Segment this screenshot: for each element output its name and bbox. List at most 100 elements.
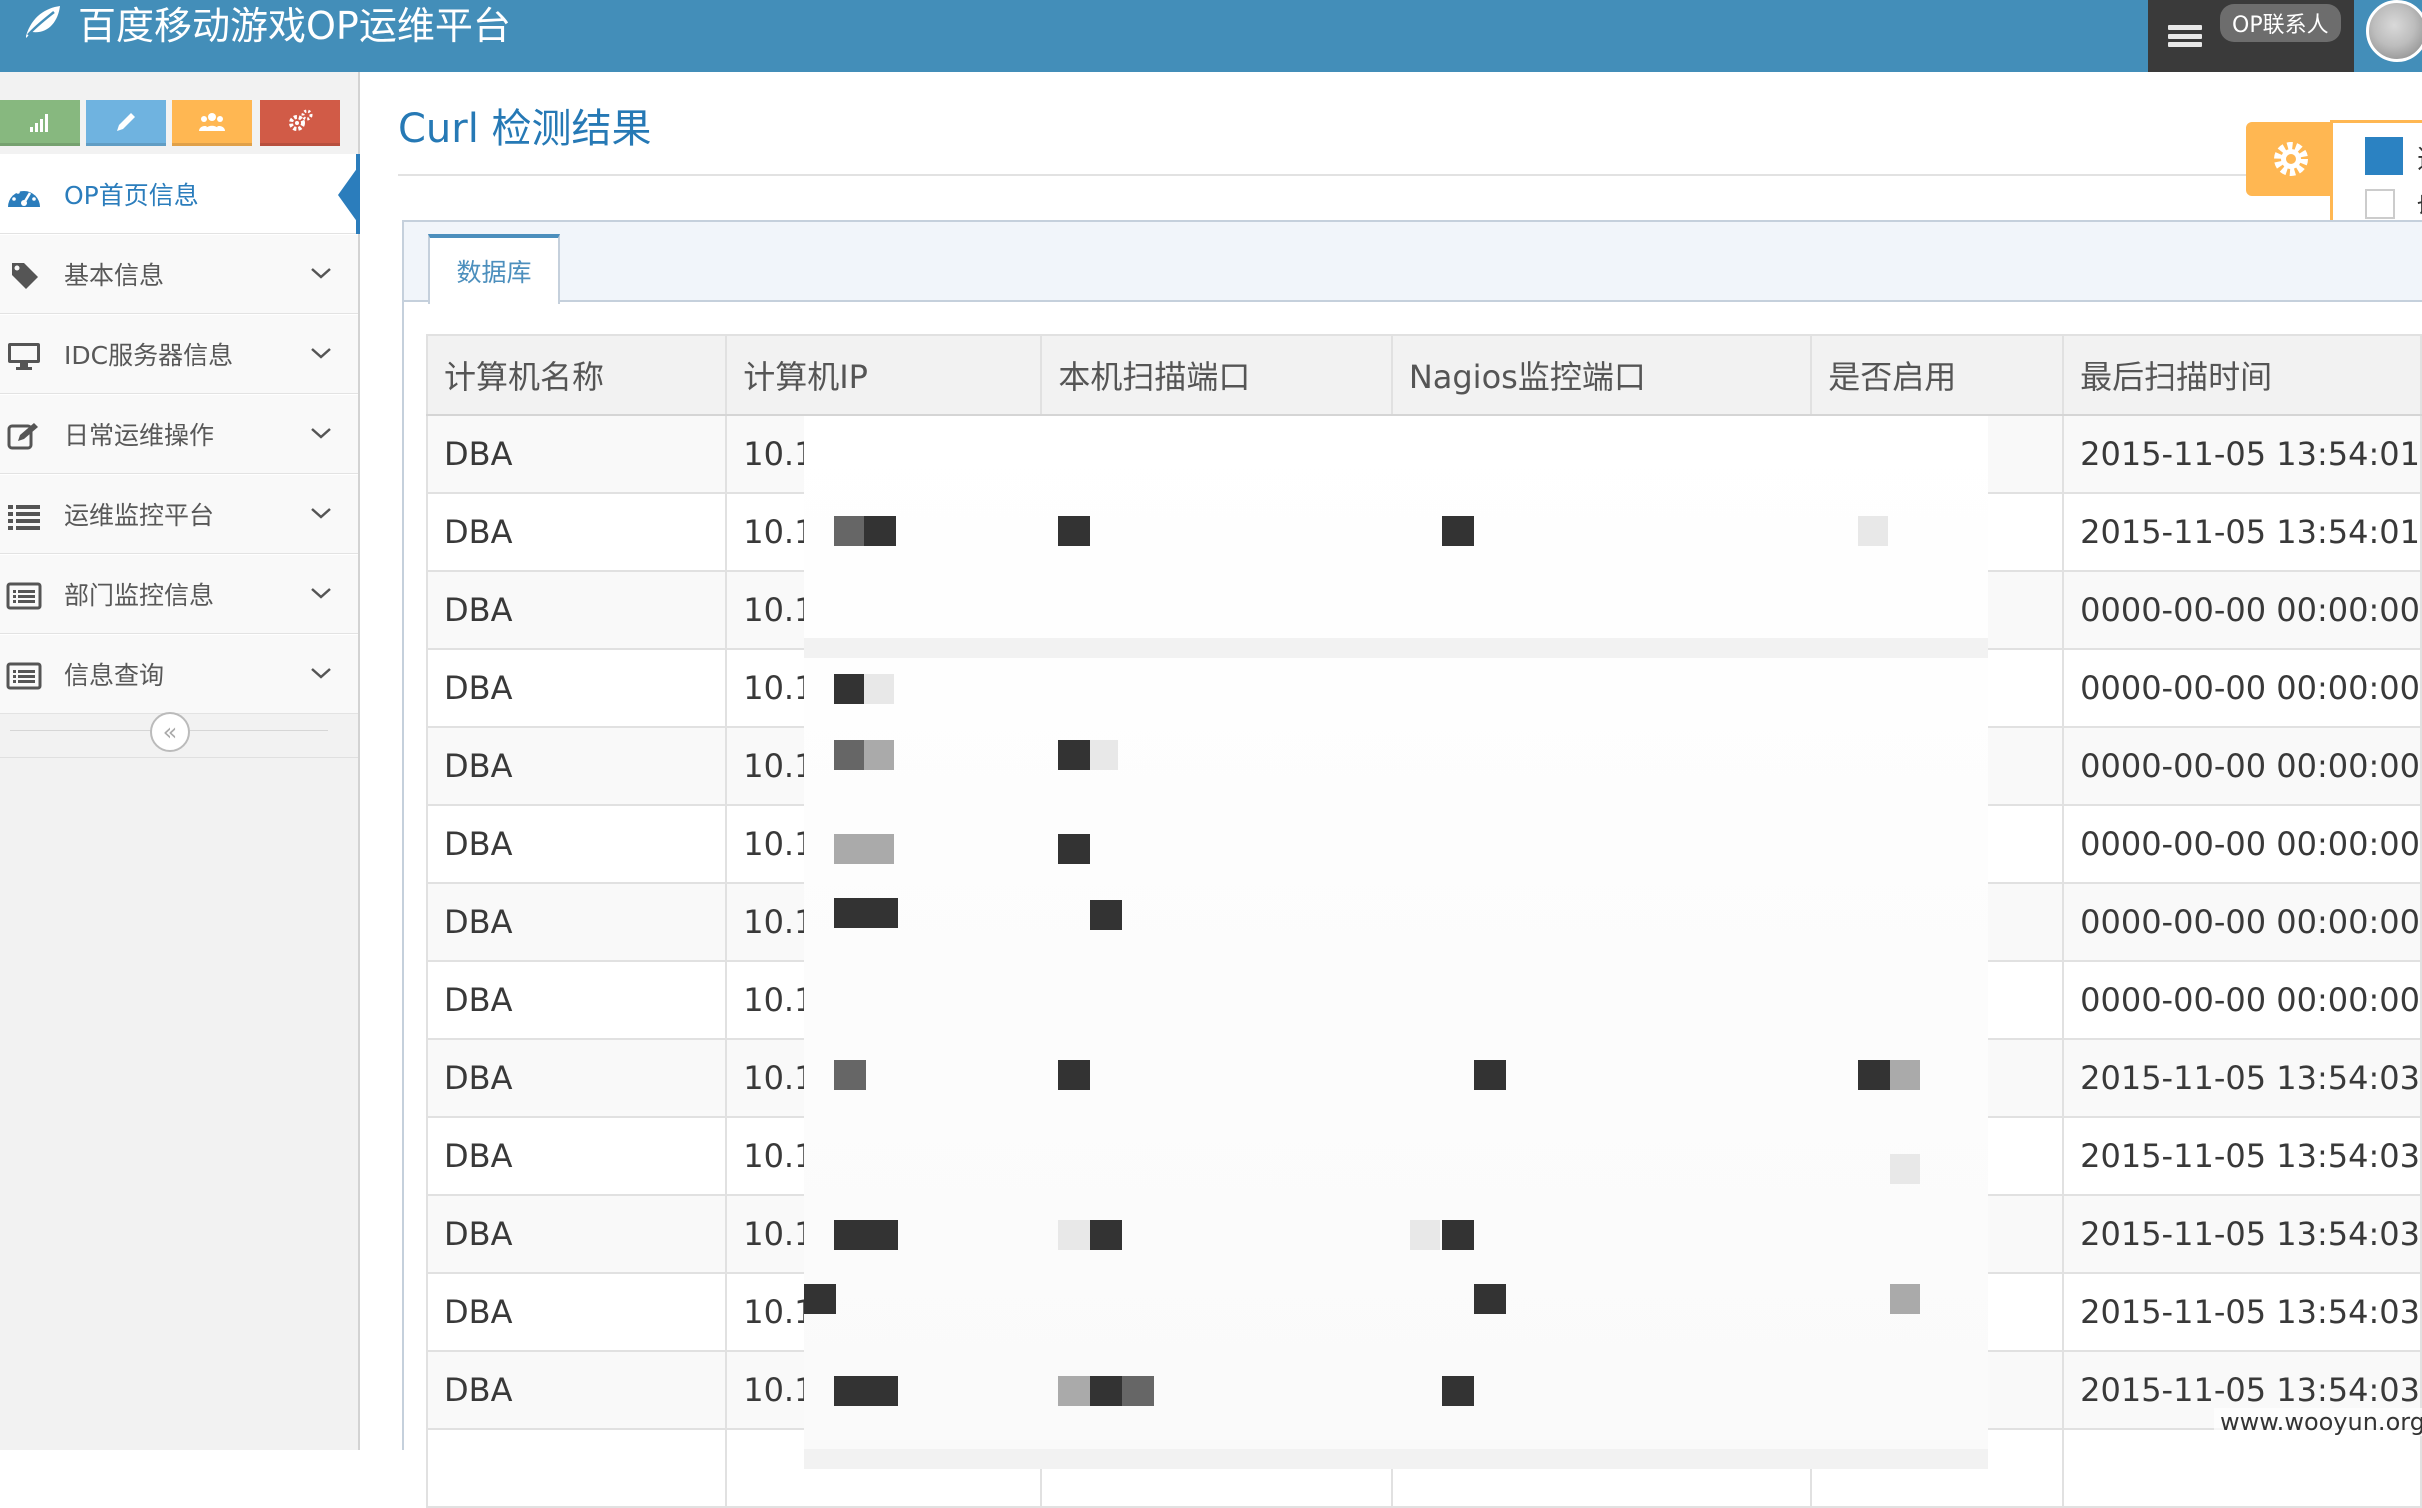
- chevron-down-icon: [311, 668, 331, 679]
- redaction-block: [1474, 1060, 1506, 1090]
- redaction-block: [834, 740, 866, 770]
- column-header[interactable]: 最后扫描时间: [2062, 334, 2422, 416]
- tab-database[interactable]: 数据库: [428, 234, 560, 304]
- computer-name-cell: DBA: [425, 570, 728, 650]
- list-alt-icon: [6, 582, 42, 610]
- last-scan-time-cell: [2062, 1428, 2422, 1508]
- sidebar-nav: OP首页信息 基本信息 IDC服务器信息 日常运维操作 运维监控平台 部门监控信…: [0, 154, 360, 714]
- redaction-block: [834, 898, 898, 928]
- shortcut-stats-button[interactable]: [0, 100, 80, 146]
- last-scan-time-cell: 0000-00-00 00:00:00: [2062, 726, 2422, 806]
- sidebar-collapse-area: «: [0, 704, 358, 758]
- last-scan-time-cell: 2015-11-05 13:54:01: [2062, 492, 2422, 572]
- redaction-block: [1058, 834, 1090, 864]
- redaction-block: [834, 516, 864, 546]
- redaction-block: [1442, 1220, 1474, 1250]
- list-icon: [8, 505, 40, 530]
- redaction-stripe: [804, 638, 1988, 658]
- redaction-block: [834, 834, 866, 864]
- last-scan-time-cell: 2015-11-05 13:54:03: [2062, 1194, 2422, 1274]
- last-scan-time-cell: 0000-00-00 00:00:00: [2062, 882, 2422, 962]
- last-scan-time-cell: 0000-00-00 00:00:00: [2062, 960, 2422, 1040]
- sidebar-item-label: 部门监控信息: [64, 581, 215, 610]
- redaction-block: [1858, 1060, 1890, 1090]
- last-scan-time-cell: 2015-11-05 13:54:03: [2062, 1116, 2422, 1196]
- shortcut-edit-button[interactable]: [86, 100, 166, 146]
- sidebar-item-daily-ops[interactable]: 日常运维操作: [0, 394, 358, 474]
- redaction-block: [1442, 516, 1474, 546]
- computer-name-cell: DBA: [425, 882, 728, 962]
- settings-option-1-checkbox[interactable]: [2365, 137, 2403, 175]
- dashboard-icon: [8, 190, 40, 207]
- last-scan-time-cell: 0000-00-00 00:00:00: [2062, 648, 2422, 728]
- redaction-block: [1122, 1376, 1154, 1406]
- redaction-block: [1090, 1220, 1122, 1250]
- sidebar-item-basic-info[interactable]: 基本信息: [0, 234, 358, 314]
- sidebar-item-label: 运维监控平台: [64, 501, 215, 530]
- app-title: 百度移动游戏OP运维平台: [78, 3, 511, 48]
- redaction-block: [1058, 1220, 1090, 1250]
- tag-icon: [12, 263, 38, 289]
- sidebar-item-idc-servers[interactable]: IDC服务器信息: [0, 314, 358, 394]
- chevron-down-icon: [311, 508, 331, 519]
- computer-name-cell: DBA: [425, 414, 728, 494]
- op-contact-badge[interactable]: OP联系人: [2220, 4, 2341, 42]
- column-header[interactable]: 是否启用: [1810, 334, 2065, 416]
- sidebar-item-label: 基本信息: [64, 261, 165, 290]
- redaction-block: [1058, 516, 1090, 546]
- tasks-icon[interactable]: [2168, 23, 2202, 49]
- chevron-down-icon: [311, 268, 331, 279]
- redaction-block: [1058, 740, 1090, 770]
- column-header[interactable]: 本机扫描端口: [1040, 334, 1393, 416]
- shortcut-settings-button[interactable]: [260, 100, 340, 146]
- column-header[interactable]: 计算机名称: [425, 334, 728, 416]
- brand[interactable]: 百度移动游戏OP运维平台: [22, 0, 511, 48]
- sidebar-collapse-button[interactable]: «: [150, 712, 190, 752]
- active-indicator: [338, 167, 358, 223]
- redaction-block: [834, 1060, 866, 1090]
- redaction-block: [1858, 516, 1888, 546]
- redaction-block: [834, 1220, 898, 1250]
- redaction-block: [1890, 1060, 1920, 1090]
- sidebar-item-monitor-platform[interactable]: 运维监控平台: [0, 474, 358, 554]
- redaction-stripe: [804, 1449, 1988, 1469]
- redaction-block: [1090, 740, 1118, 770]
- chevron-down-icon: [311, 428, 331, 439]
- redaction-block: [864, 516, 896, 546]
- computer-name-cell: DBA: [425, 1038, 728, 1118]
- sidebar-item-label: OP首页信息: [64, 181, 199, 210]
- settings-toggle-button[interactable]: [2246, 122, 2336, 196]
- column-header[interactable]: Nagios监控端口: [1390, 334, 1813, 416]
- avatar[interactable]: [2366, 0, 2422, 62]
- computer-name-cell: DBA: [425, 492, 728, 572]
- edit-icon: [7, 423, 38, 450]
- redaction-block: [1058, 1376, 1090, 1406]
- active-bar: [356, 154, 360, 234]
- avatar-area[interactable]: [2354, 0, 2422, 72]
- settings-option-2-checkbox[interactable]: [2365, 189, 2395, 219]
- gear-icon: [2274, 142, 2308, 176]
- desktop-icon: [8, 343, 40, 370]
- computer-name-cell: DBA: [425, 1350, 728, 1430]
- sidebar-item-label: 信息查询: [64, 661, 165, 690]
- redaction-block: [1090, 900, 1122, 930]
- computer-name-cell: DBA: [425, 1194, 728, 1274]
- table-header-row: 计算机名称 计算机IP 本机扫描端口 Nagios监控端口 是否启用 最后扫描时…: [425, 334, 2422, 416]
- sidebar-item-info-query[interactable]: 信息查询: [0, 634, 358, 714]
- computer-name-cell: DBA: [425, 804, 728, 884]
- sidebar-item-dept-monitor[interactable]: 部门监控信息: [0, 554, 358, 634]
- user-area: OP联系人: [2148, 0, 2354, 72]
- shortcut-users-button[interactable]: [172, 100, 252, 146]
- redaction-block: [1442, 1376, 1474, 1406]
- chevron-down-icon: [311, 348, 331, 359]
- redaction-block: [864, 674, 894, 704]
- redaction-block: [834, 1376, 898, 1406]
- sidebar-item-op-home[interactable]: OP首页信息: [0, 154, 360, 234]
- pencil-icon: [117, 112, 135, 131]
- signal-icon: [30, 113, 48, 132]
- column-header[interactable]: 计算机IP: [725, 334, 1043, 416]
- sidebar-item-label: IDC服务器信息: [64, 341, 234, 370]
- page-title: Curl 检测结果: [398, 106, 652, 152]
- sidebar: OP首页信息 基本信息 IDC服务器信息 日常运维操作 运维监控平台 部门监控信…: [0, 72, 360, 1450]
- last-scan-time-cell: 2015-11-05 13:54:03: [2062, 1272, 2422, 1352]
